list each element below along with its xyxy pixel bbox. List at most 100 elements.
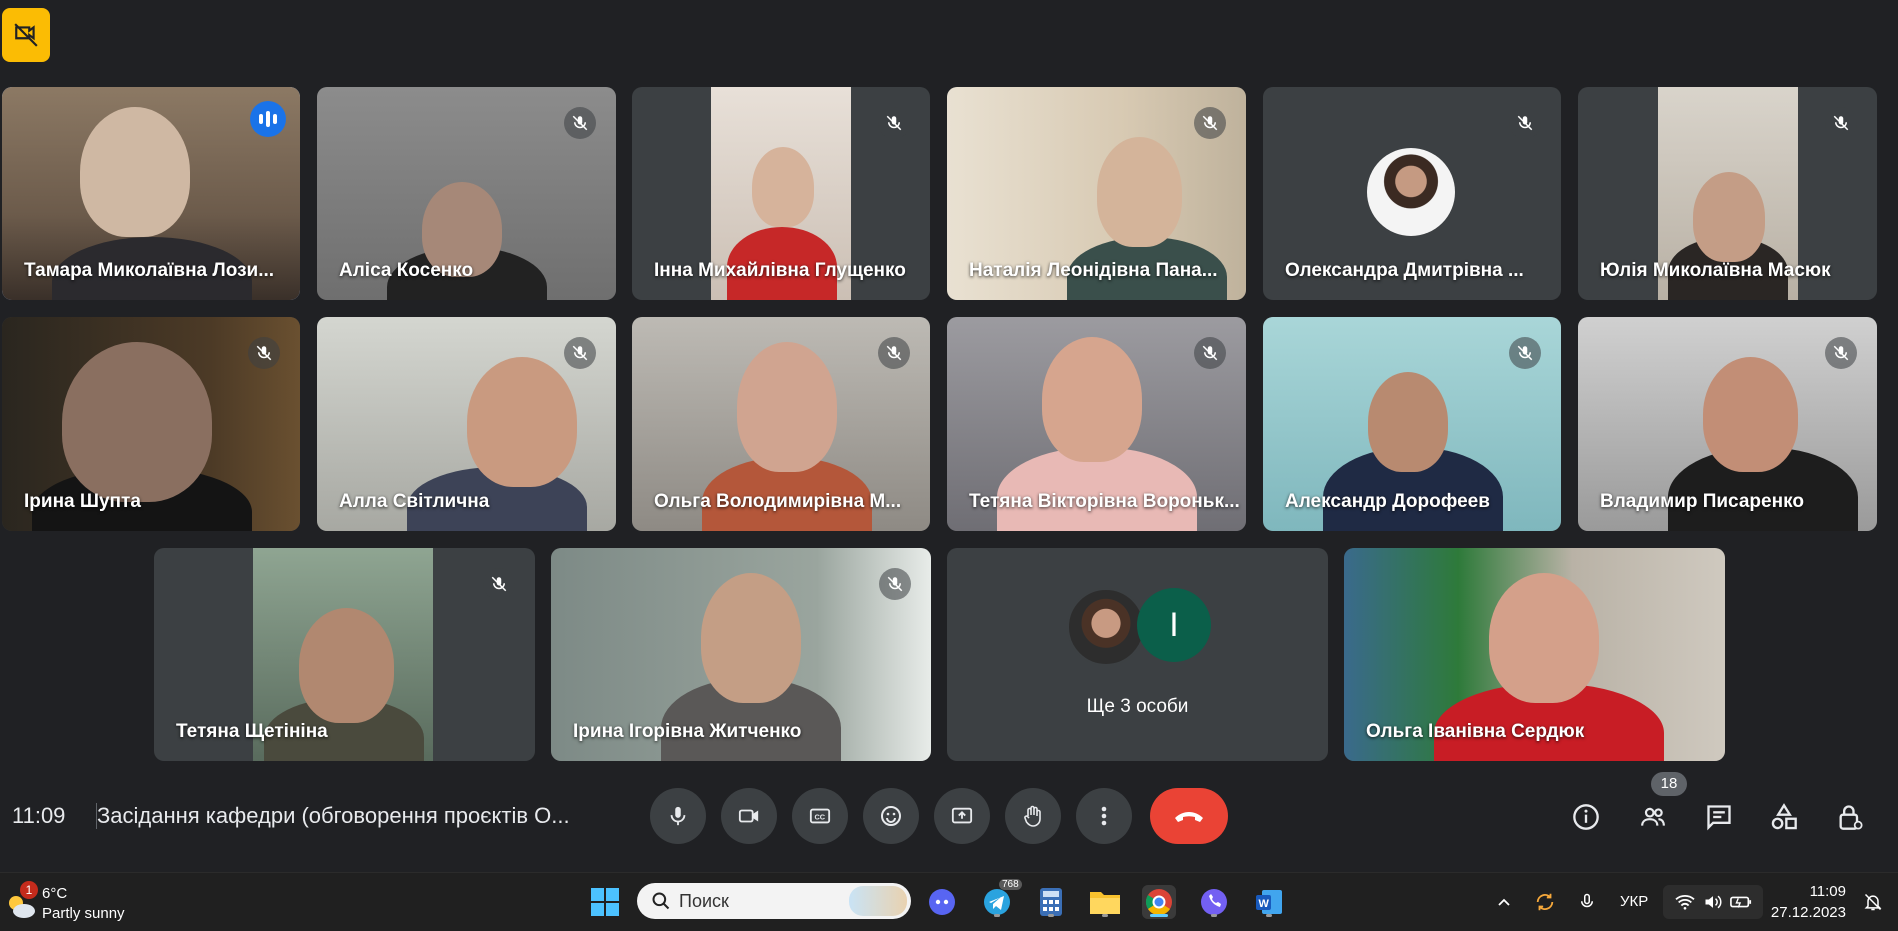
telegram-app-icon[interactable]: 768 [980,879,1022,919]
weather-temperature: 6°C [42,885,68,902]
participant-tile[interactable]: Владимир Писаренко [1578,317,1877,531]
mic-off-icon [248,337,280,369]
word-app-icon[interactable]: W [1252,885,1286,919]
weather-notification-badge: 1 [20,881,38,899]
notifications-button[interactable] [1856,885,1890,919]
participant-avatar [1067,588,1145,666]
participant-face [299,608,394,723]
calculator-app-icon[interactable] [1034,885,1068,919]
activities-button[interactable] [1762,795,1806,839]
participant-face [62,342,212,502]
participant-face [752,147,814,227]
camera-off-warning-icon[interactable] [2,8,50,62]
mic-off-icon [1509,107,1541,139]
captions-button[interactable]: CC [792,788,848,844]
leave-call-button[interactable] [1150,788,1228,844]
weather-description: Partly sunny [42,905,125,922]
participant-tile[interactable]: Аліса Косенко [317,87,616,300]
host-controls-button[interactable] [1828,795,1872,839]
camera-button[interactable] [721,788,777,844]
meeting-info-button[interactable] [1564,795,1608,839]
participant-tile[interactable]: Олександра Дмитрівна ... [1263,87,1561,300]
running-indicator [1211,914,1217,917]
participant-face [1693,172,1765,262]
mic-off-icon [1509,337,1541,369]
taskbar-clock-time[interactable]: 11:09 [1790,883,1846,900]
volume-icon [1705,895,1722,909]
participant-tile[interactable]: Ольга Володимирівна М... [632,317,930,531]
file-explorer-icon[interactable] [1088,885,1122,919]
participant-tile[interactable]: Тетяна Щетініна [154,548,535,761]
speaking-indicator-icon [250,101,286,137]
participant-initial-avatar: І [1137,588,1211,662]
chrome-app-icon[interactable] [1142,885,1176,919]
participant-name: Ірина Ігорівна Житченко [573,721,802,742]
participant-face [1489,573,1599,703]
reactions-button[interactable] [863,788,919,844]
running-indicator [1048,914,1054,917]
more-people-label: Ще 3 особи [1086,696,1189,717]
mic-off-icon [564,107,596,139]
windows-logo-icon [591,888,619,916]
mic-off-icon [1194,107,1226,139]
chat-icon [1707,805,1731,831]
participant-name: Тетяна Вікторівна Вороньк... [969,491,1240,512]
participant-tile[interactable]: Тетяна Вікторівна Вороньк... [947,317,1246,531]
search-highlight-icon [849,886,907,916]
taskbar-clock-date[interactable]: 27.12.2023 [1770,904,1846,921]
participant-tile[interactable]: Тамара Миколаївна Лози... [2,87,300,300]
viber-app-icon[interactable] [1197,885,1231,919]
windows-taskbar: 1 6°C Partly sunny Поиск 768 W УКР 11:09… [0,872,1898,931]
microphone-icon [670,806,686,826]
participant-face [1368,372,1448,472]
participant-count-badge: 18 [1651,772,1687,796]
present-button[interactable] [934,788,990,844]
telegram-badge: 768 [999,879,1022,890]
chat-button[interactable] [1697,795,1741,839]
quick-settings-button[interactable] [1663,885,1763,919]
show-hidden-icons-button[interactable] [1490,885,1518,919]
participant-name: Ірина Шупта [24,491,141,512]
participant-avatar [1367,148,1455,236]
people-button[interactable] [1631,795,1675,839]
present-screen-icon [951,807,973,824]
participant-name: Наталія Леонідівна Пана... [969,260,1218,281]
wifi-icon [1675,895,1695,910]
participant-tile[interactable]: Александр Дорофеев [1263,317,1561,531]
participant-tile[interactable]: Алла Світлична [317,317,616,531]
participant-tile[interactable]: Ірина Ігорівна Житченко [551,548,931,761]
discord-app-icon[interactable] [925,885,959,919]
mic-off-icon [878,337,910,369]
participant-tile[interactable]: Ольга Іванівна Сердюк [1344,548,1725,761]
raise-hand-button[interactable] [1005,788,1061,844]
participant-tile[interactable]: Ірина Шупта [2,317,300,531]
microphone-button[interactable] [650,788,706,844]
participant-name: Алла Світлична [339,491,490,512]
participant-name: Олександра Дмитрівна ... [1285,260,1524,281]
participant-name: Тамара Миколаївна Лози... [24,260,275,281]
participant-name: Александр Дорофеев [1285,491,1490,512]
chevron-up-icon [1498,898,1510,906]
hand-icon [1024,805,1041,827]
more-people-tile[interactable]: І Ще 3 особи [947,548,1328,761]
more-options-icon [1101,806,1107,826]
weather-widget[interactable]: 1 6°C Partly sunny [4,881,144,925]
input-language-indicator[interactable]: УКР [1620,893,1648,910]
participant-face [1703,357,1798,472]
participant-tile[interactable]: Юлія Миколаївна Масюк [1578,87,1877,300]
participant-name: Інна Михайлівна Глущенко [654,260,906,281]
participant-name: Тетяна Щетініна [176,721,328,742]
participant-name: Владимир Писаренко [1600,491,1804,512]
participant-tile[interactable]: Інна Михайлівна Глущенко [632,87,930,300]
sync-status-icon[interactable] [1530,885,1560,919]
search-placeholder: Поиск [679,890,729,911]
start-button[interactable] [588,885,622,919]
meeting-title: Засідання кафедри (обговорення проєктів … [97,803,570,828]
bell-off-icon [1864,893,1882,911]
participant-face [737,342,837,472]
taskbar-search[interactable]: Поиск [637,883,911,919]
microphone-in-use-icon[interactable] [1572,885,1602,919]
host-controls-icon [1839,805,1863,830]
participant-tile[interactable]: Наталія Леонідівна Пана... [947,87,1246,300]
more-options-button[interactable] [1076,788,1132,844]
